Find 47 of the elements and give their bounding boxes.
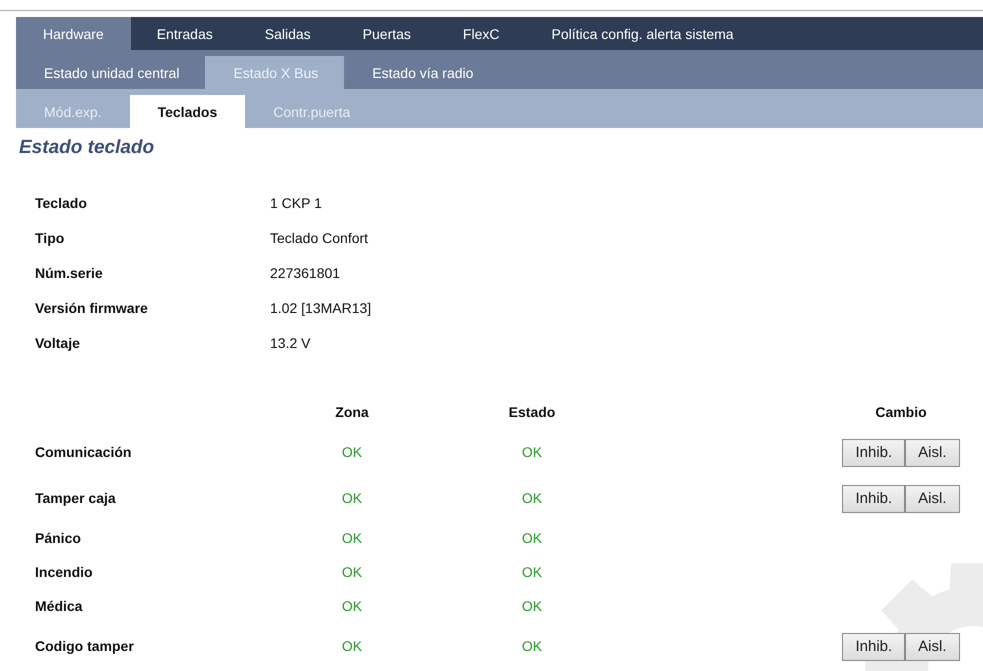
status-value: OK xyxy=(340,637,364,656)
sub-tab[interactable]: Estado vía radio xyxy=(344,56,500,89)
field-value: 227361801 xyxy=(270,264,342,282)
status-value: OK xyxy=(520,443,544,462)
row-label: Comunicación xyxy=(35,443,132,462)
status-value: OK xyxy=(520,529,544,548)
main-tab[interactable]: Política config. alerta sistema xyxy=(525,17,760,50)
main-tab[interactable]: Salidas xyxy=(238,17,337,50)
action-button[interactable]: Aisl. xyxy=(905,632,960,660)
action-button[interactable]: Inhib. xyxy=(842,632,906,660)
action-button[interactable]: Aisl. xyxy=(905,438,960,466)
status-value: OK xyxy=(520,563,544,582)
status-value: OK xyxy=(520,597,544,616)
main-tab[interactable]: FlexC xyxy=(436,17,526,50)
field-value: Teclado Confort xyxy=(270,228,370,248)
field-label: Voltaje xyxy=(35,334,81,352)
column-header: Cambio xyxy=(874,403,928,422)
main-tab[interactable]: Entradas xyxy=(130,17,239,50)
field-label: Núm.serie xyxy=(35,264,104,282)
row-label: Tamper caja xyxy=(35,489,117,508)
main-tab[interactable]: Hardware xyxy=(16,17,131,50)
main-tab[interactable]: Puertas xyxy=(336,17,437,50)
status-value: OK xyxy=(520,637,544,656)
field-label: Versión firmware xyxy=(35,298,149,318)
column-header: Estado xyxy=(508,403,556,422)
status-value: OK xyxy=(340,489,364,508)
row-label: Incendio xyxy=(35,563,94,582)
row-label: Pánico xyxy=(35,529,82,548)
status-value: OK xyxy=(340,443,364,462)
column-header: Zona xyxy=(334,403,370,422)
field-label: Tipo xyxy=(35,228,66,248)
field-value: 1 CKP 1 xyxy=(270,194,323,212)
status-value: OK xyxy=(340,529,364,548)
action-button[interactable]: Aisl. xyxy=(905,484,960,512)
status-value: OK xyxy=(340,563,364,582)
section-tab[interactable]: Teclados xyxy=(130,95,246,128)
field-label: Teclado xyxy=(35,194,88,212)
action-button[interactable]: Inhib. xyxy=(842,484,906,512)
action-button[interactable]: Inhib. xyxy=(842,438,906,466)
page-title: Estado teclado xyxy=(19,136,156,160)
field-value: 1.02 [13MAR13] xyxy=(270,298,372,318)
row-label: Codigo tamper xyxy=(35,637,135,656)
field-value: 13.2 V xyxy=(270,334,312,352)
row-label: Médica xyxy=(35,597,84,616)
status-value: OK xyxy=(340,597,364,616)
status-value: OK xyxy=(520,489,544,508)
sub-tab[interactable]: Estado unidad central xyxy=(16,56,206,89)
